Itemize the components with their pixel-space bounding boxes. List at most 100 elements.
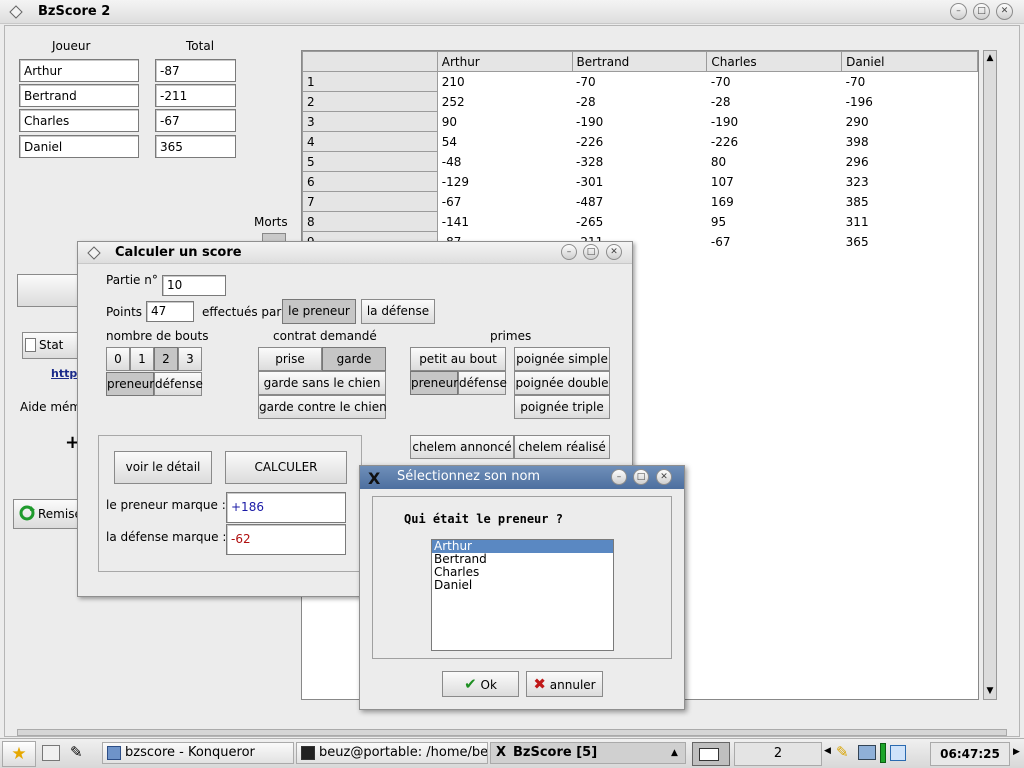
table-cell: -190	[576, 114, 604, 129]
close-icon[interactable]: ✕	[996, 3, 1013, 20]
table-header-cell[interactable]: Bertrand	[571, 51, 708, 72]
task-konqueror[interactable]: bzscore - Konqueror	[102, 742, 294, 764]
chelem-realise-button[interactable]: chelem réalisé	[514, 435, 610, 459]
partie-field[interactable]: 10	[162, 275, 226, 296]
effectues-label: effectués par	[202, 305, 282, 319]
bouts-preneur-toggle[interactable]: preneur	[106, 372, 154, 396]
preneur-toggle[interactable]: le preneur	[282, 299, 356, 324]
prise-button[interactable]: prise	[258, 347, 322, 371]
task-terminal[interactable]: beuz@portable: /home/be	[296, 742, 488, 764]
voir-detail-button[interactable]: voir le détail	[114, 451, 212, 484]
table-cell: 80	[710, 154, 727, 169]
minimize-icon[interactable]: –	[950, 3, 967, 20]
maximize-icon[interactable]: □	[633, 469, 649, 485]
player-total-field[interactable]: -67	[155, 109, 236, 132]
table-header-cell[interactable]: Daniel	[841, 51, 978, 72]
list-item[interactable]: Daniel	[432, 579, 613, 592]
chelem-annonce-button[interactable]: chelem annoncé	[410, 435, 514, 459]
pen-icon[interactable]: ✎	[70, 743, 83, 761]
tray-arrow-icon[interactable]: ◀	[824, 746, 831, 756]
task-menu-arrow-icon[interactable]: ▲	[671, 743, 678, 763]
poignee-triple-button[interactable]: poignée triple	[514, 395, 610, 419]
table-header-cell[interactable]: Charles	[706, 51, 843, 72]
window-menu-icon[interactable]	[8, 4, 24, 20]
table-cell: 169	[710, 194, 734, 209]
close-icon[interactable]: ✕	[656, 469, 672, 485]
tray-pen-icon[interactable]: ✎	[836, 743, 849, 761]
calculer-button[interactable]: CALCULER	[225, 451, 347, 484]
table-row[interactable]: 6 -129 -301 107 323	[302, 171, 978, 192]
petit-au-bout-button[interactable]: petit au bout	[410, 347, 506, 371]
clock[interactable]: 06:47:25	[930, 742, 1010, 766]
hidden-button[interactable]	[17, 274, 79, 307]
player-total-field[interactable]: -87	[155, 59, 236, 82]
taskbar-right-arrow-icon[interactable]: ▶	[1013, 747, 1020, 757]
bouts-defense-toggle[interactable]: défense	[154, 372, 203, 396]
horizontal-scrollbar[interactable]	[17, 729, 1007, 736]
defense-marque-label: la défense marque :	[106, 530, 227, 544]
player-total-field[interactable]: 365	[155, 135, 236, 158]
maximize-icon[interactable]: □	[973, 3, 990, 20]
x-logo-icon[interactable]: X	[368, 469, 380, 488]
pager-desktop-1[interactable]: 1	[692, 742, 730, 766]
cancel-button[interactable]: ✖ annuler	[526, 671, 603, 697]
web-link[interactable]: http	[51, 367, 77, 380]
window-menu-icon[interactable]	[86, 245, 102, 264]
player-name-field[interactable]: Daniel	[19, 135, 139, 158]
player-total-field[interactable]: -211	[155, 84, 236, 107]
poignee-double-button[interactable]: poignée double	[514, 371, 610, 395]
table-header-cell[interactable]	[302, 51, 438, 72]
ok-button[interactable]: ✔ Ok	[442, 671, 519, 697]
points-field[interactable]: 47	[146, 301, 194, 322]
total-col-header: Total	[186, 39, 215, 53]
prime-defense-toggle[interactable]: défense	[458, 371, 507, 395]
player-name-field[interactable]: Charles	[19, 109, 139, 132]
player-name-field[interactable]: Arthur	[19, 59, 139, 82]
tray-monitor-icon[interactable]	[858, 745, 876, 760]
defense-marque-field[interactable]: -62	[226, 524, 346, 555]
row-number: 3	[302, 111, 438, 132]
stats-button[interactable]: Stat	[22, 332, 80, 359]
table-cell: -190	[710, 114, 739, 129]
poignee-simple-button[interactable]: poignée simple	[514, 347, 610, 371]
preneur-marque-field[interactable]: +186	[226, 492, 346, 523]
question-label: Qui était le preneur ?	[404, 512, 563, 526]
bouts-1-button[interactable]: 1	[130, 347, 154, 371]
tray-battery-icon[interactable]	[880, 743, 886, 763]
garde-button[interactable]: garde	[322, 347, 386, 371]
bouts-0-button[interactable]: 0	[106, 347, 130, 371]
remise-button[interactable]: Remise	[13, 499, 82, 529]
table-row[interactable]: 2 252 -28 -28 -196	[302, 91, 978, 112]
maximize-icon[interactable]: □	[583, 244, 599, 260]
table-cell: -265	[576, 214, 604, 229]
stats-button-label: Stat	[39, 338, 64, 352]
row-number: 4	[302, 131, 438, 152]
scroll-up-icon[interactable]: ▲	[985, 52, 995, 64]
table-scrollbar[interactable]: ▲ ▼	[983, 50, 997, 700]
start-menu-button[interactable]: ★	[2, 741, 36, 767]
minimize-icon[interactable]: –	[561, 244, 577, 260]
table-header-cell[interactable]: Arthur	[436, 51, 573, 72]
garde-contre-chien-button[interactable]: garde contre le chien	[258, 395, 387, 419]
prime-preneur-toggle[interactable]: preneur	[410, 371, 458, 395]
tray-network-icon[interactable]	[890, 745, 906, 761]
table-row[interactable]: 7 -67 -487 169 385	[302, 191, 978, 212]
bouts-3-button[interactable]: 3	[178, 347, 202, 371]
garde-sans-chien-button[interactable]: garde sans le chien	[258, 371, 386, 395]
pager-desktop-2[interactable]: 2	[734, 742, 822, 766]
player-listbox[interactable]: Arthur Bertrand Charles Daniel	[431, 539, 614, 651]
task-bzscore[interactable]: X BzScore [5] ▲	[490, 742, 686, 764]
table-row[interactable]: 5 -48 -328 80 296	[302, 151, 978, 172]
table-row[interactable]: 3 90 -190 -190 290	[302, 111, 978, 132]
table-row[interactable]: 1 210 -70 -70 -70	[302, 71, 978, 92]
bouts-2-button[interactable]: 2	[154, 347, 178, 371]
calc-dialog-titlebar: Calculer un score – □ ✕	[78, 242, 632, 264]
table-row[interactable]: 8 -141 -265 95 311	[302, 211, 978, 232]
player-name-field[interactable]: Bertrand	[19, 84, 139, 107]
table-row[interactable]: 4 54 -226 -226 398	[302, 131, 978, 152]
close-icon[interactable]: ✕	[606, 244, 622, 260]
desktop-icon[interactable]	[42, 745, 60, 761]
defense-toggle[interactable]: la défense	[361, 299, 435, 324]
scroll-down-icon[interactable]: ▼	[985, 685, 995, 697]
minimize-icon[interactable]: –	[611, 469, 627, 485]
